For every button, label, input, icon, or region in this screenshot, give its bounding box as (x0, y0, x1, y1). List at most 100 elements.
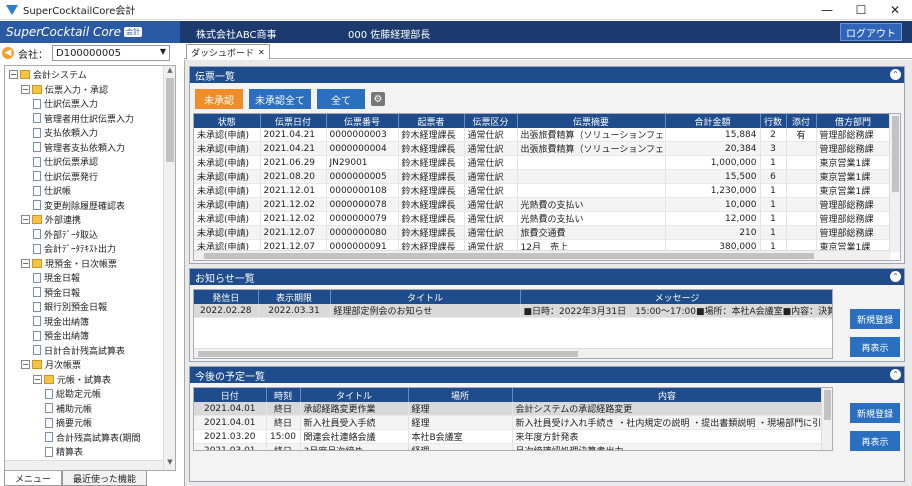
table-row[interactable]: 未承認(申請) 2021.12.01 0000000108 鈴木経理課長 通常仕訳 1,2… (194, 183, 891, 198)
menu-tree-item[interactable]: 管理者支払依頼入力 (33, 141, 125, 154)
maximize-button[interactable]: ☐ (844, 0, 878, 20)
menu-tree-item[interactable]: 会計ﾃﾞｰﾀﾃｷｽﾄ出力 (33, 242, 116, 255)
schedule-vertical-scrollbar[interactable] (821, 388, 832, 450)
menu-tree-item[interactable]: 外部ﾃﾞｰﾀ取込 (33, 228, 98, 241)
column-header[interactable]: タイトル (300, 388, 409, 402)
voucher-vertical-scrollbar[interactable] (889, 114, 900, 252)
notice-new-button[interactable]: 新規登録 (850, 309, 900, 329)
menu-tree-item[interactable]: 精算表 (45, 445, 83, 458)
collapse-toggle-icon[interactable]: − (21, 215, 30, 224)
table-row[interactable]: 2021.04.01 終日 新入社員受入手続 経理 新入社員受け入れ手続き ・社内規定の… (194, 415, 823, 430)
column-header[interactable]: 伝票摘要 (517, 114, 666, 128)
scrollbar-thumb[interactable] (198, 351, 578, 357)
table-row[interactable]: 未承認(申請) 2021.06.29 JN29001 鈴木経理課長 通常仕訳 1,000,… (194, 155, 891, 170)
voucher-horizontal-scrollbar[interactable] (194, 250, 890, 260)
column-header[interactable]: 伝票区分 (464, 114, 518, 128)
menu-tree-item[interactable]: − 元帳・試算表 (33, 373, 111, 386)
menu-tree-item[interactable]: 現金日報 (33, 271, 80, 284)
column-header[interactable]: 合計金額 (665, 114, 761, 128)
column-header[interactable]: 起票者 (398, 114, 465, 128)
menu-tree-item[interactable]: 銀行別預金日報 (33, 300, 107, 313)
column-header[interactable]: タイトル (330, 290, 521, 304)
menu-tree-item[interactable]: 仕訳伝票入力 (33, 97, 98, 110)
close-button[interactable]: ✕ (878, 0, 912, 20)
collapse-toggle-icon[interactable]: − (21, 258, 30, 268)
column-header[interactable]: 行数 (760, 114, 787, 128)
notice-horizontal-scrollbar[interactable] (194, 348, 832, 358)
menu-tree-item[interactable]: 合計残高試算表(期間 (45, 431, 141, 444)
column-header[interactable]: 借方部門 (816, 114, 891, 128)
tab-recent[interactable]: 最近使った機能 (62, 471, 148, 486)
collapse-toggle-icon[interactable]: − (21, 84, 30, 94)
column-header[interactable]: 発信日 (194, 290, 259, 304)
column-header[interactable]: 日付 (194, 388, 267, 402)
tree-horizontal-scrollbar[interactable] (5, 460, 163, 470)
tree-vertical-scrollbar[interactable]: ▲ ▼ (163, 66, 175, 470)
column-header[interactable]: 伝票日付 (260, 114, 327, 128)
column-header[interactable]: 伝票番号 (326, 114, 399, 128)
close-icon[interactable]: ✕ (258, 48, 265, 57)
menu-tree-item[interactable]: 現金出納簿 (33, 315, 89, 328)
collapse-toggle-icon[interactable]: − (9, 70, 18, 79)
table-row[interactable]: 2021.03.20 15:00 関連会社連絡会議 本社B会議室 来年度方針発表 (194, 429, 823, 444)
menu-tree-item[interactable]: − 伝票入力・承認 (21, 83, 108, 96)
menu-tree-item[interactable]: 仕訳伝票発行 (33, 170, 98, 183)
menu-tree-item[interactable]: − 月次帳票 (21, 358, 81, 371)
table-row[interactable]: 2022.02.28 2022.03.31 経理部定例会のお知らせ ■日時：2022年… (194, 304, 832, 318)
table-row[interactable]: 未承認(申請) 2021.12.02 0000000078 鈴木経理課長 通常仕訳 光熱費… (194, 197, 891, 212)
logout-button[interactable]: ログアウト (840, 23, 902, 41)
scroll-up-icon[interactable]: ▲ (164, 66, 175, 78)
collapse-icon[interactable]: ⌃ (890, 369, 901, 380)
filter-unapproved-button[interactable]: 未承認 (195, 89, 243, 109)
table-row[interactable]: 未承認(申請) 2021.12.07 0000000080 鈴木経理課長 通常仕訳 旅費交… (194, 225, 891, 240)
menu-tree-item[interactable]: 管理者用仕訳伝票入力 (33, 112, 134, 125)
column-header[interactable]: 添付 (786, 114, 817, 128)
scroll-down-icon[interactable]: ▼ (164, 458, 175, 470)
table-row[interactable]: 未承認(申請) 2021.04.21 0000000003 鈴木経理課長 通常仕訳 出張旅… (194, 128, 891, 142)
filter-unapproved-all-button[interactable]: 未承認全て (249, 89, 311, 109)
scrollbar-thumb[interactable] (204, 253, 814, 259)
column-header[interactable]: 状態 (194, 114, 261, 128)
menu-tree-item[interactable]: − 外部連携 (21, 213, 81, 226)
table-row[interactable]: 未承認(申請) 2021.08.20 0000000005 鈴木経理課長 通常仕訳 15,… (194, 169, 891, 184)
company-select[interactable]: D100000005 ▼ (52, 45, 170, 61)
table-cell: 新入社員受け入れ手続き ・社内規定の説明 ・提出書類説明 ・現場部門に引渡し (512, 415, 823, 430)
back-arrow-icon[interactable]: ◀ (2, 47, 14, 59)
schedule-refresh-button[interactable]: 再表示 (850, 431, 900, 451)
column-header[interactable]: 内容 (512, 388, 823, 402)
menu-tree-item[interactable]: 日計合計残高試算表 (33, 344, 125, 357)
column-header[interactable]: 表示期限 (258, 290, 331, 304)
collapse-toggle-icon[interactable]: − (33, 374, 42, 384)
table-row[interactable]: 2021.03.01終日3月度月次締め経理月次締確認処理決算書出力 (194, 443, 823, 450)
collapse-icon[interactable]: ⌃ (890, 69, 901, 80)
table-row[interactable]: 未承認(申請) 2021.12.02 0000000079 鈴木経理課長 通常仕訳 光熱費… (194, 211, 891, 226)
menu-tree-item[interactable]: − 会計システム (9, 68, 87, 81)
tab-dashboard[interactable]: ダッシュボード ✕ (186, 44, 270, 59)
menu-tree-item[interactable]: 預金出納簿 (33, 329, 89, 342)
filter-all-button[interactable]: 全て (317, 89, 365, 109)
scrollbar-thumb[interactable] (824, 390, 831, 420)
column-header[interactable]: メッセージ (520, 290, 832, 304)
menu-tree-item[interactable]: 総勘定元帳 (45, 387, 101, 400)
notice-refresh-button[interactable]: 再表示 (850, 337, 900, 357)
menu-tree-item[interactable]: 仕訳伝票承認 (33, 155, 98, 168)
menu-tree-item[interactable]: 摘要元帳 (45, 416, 92, 429)
menu-tree-item[interactable]: 仕訳帳 (33, 184, 71, 197)
scrollbar-thumb[interactable] (892, 116, 899, 192)
minimize-button[interactable]: — (810, 0, 844, 20)
scrollbar-thumb[interactable] (166, 78, 174, 162)
gear-icon[interactable]: ⚙ (371, 92, 385, 106)
tab-menu[interactable]: メニュー (4, 471, 63, 486)
collapse-toggle-icon[interactable]: − (21, 360, 30, 369)
menu-tree-item[interactable]: − 現預金・日次帳票 (21, 257, 117, 270)
menu-tree-item[interactable]: 支払依頼入力 (33, 126, 98, 139)
column-header[interactable]: 時刻 (266, 388, 301, 402)
collapse-icon[interactable]: ⌃ (890, 271, 901, 282)
table-row[interactable]: 未承認(申請) 2021.04.21 0000000004 鈴木経理課長 通常仕訳 出張旅… (194, 141, 891, 156)
menu-tree-item[interactable]: 預金日報 (33, 286, 80, 299)
menu-tree-item[interactable]: 変更削除履歴確認表 (33, 199, 125, 212)
menu-tree-item[interactable]: 補助元帳 (45, 402, 92, 415)
column-header[interactable]: 場所 (408, 388, 513, 402)
table-row[interactable]: 2021.04.01 終日 承認経路変更作業 経理 会計システムの承認経路変更 (194, 402, 823, 416)
schedule-new-button[interactable]: 新規登録 (850, 403, 900, 423)
